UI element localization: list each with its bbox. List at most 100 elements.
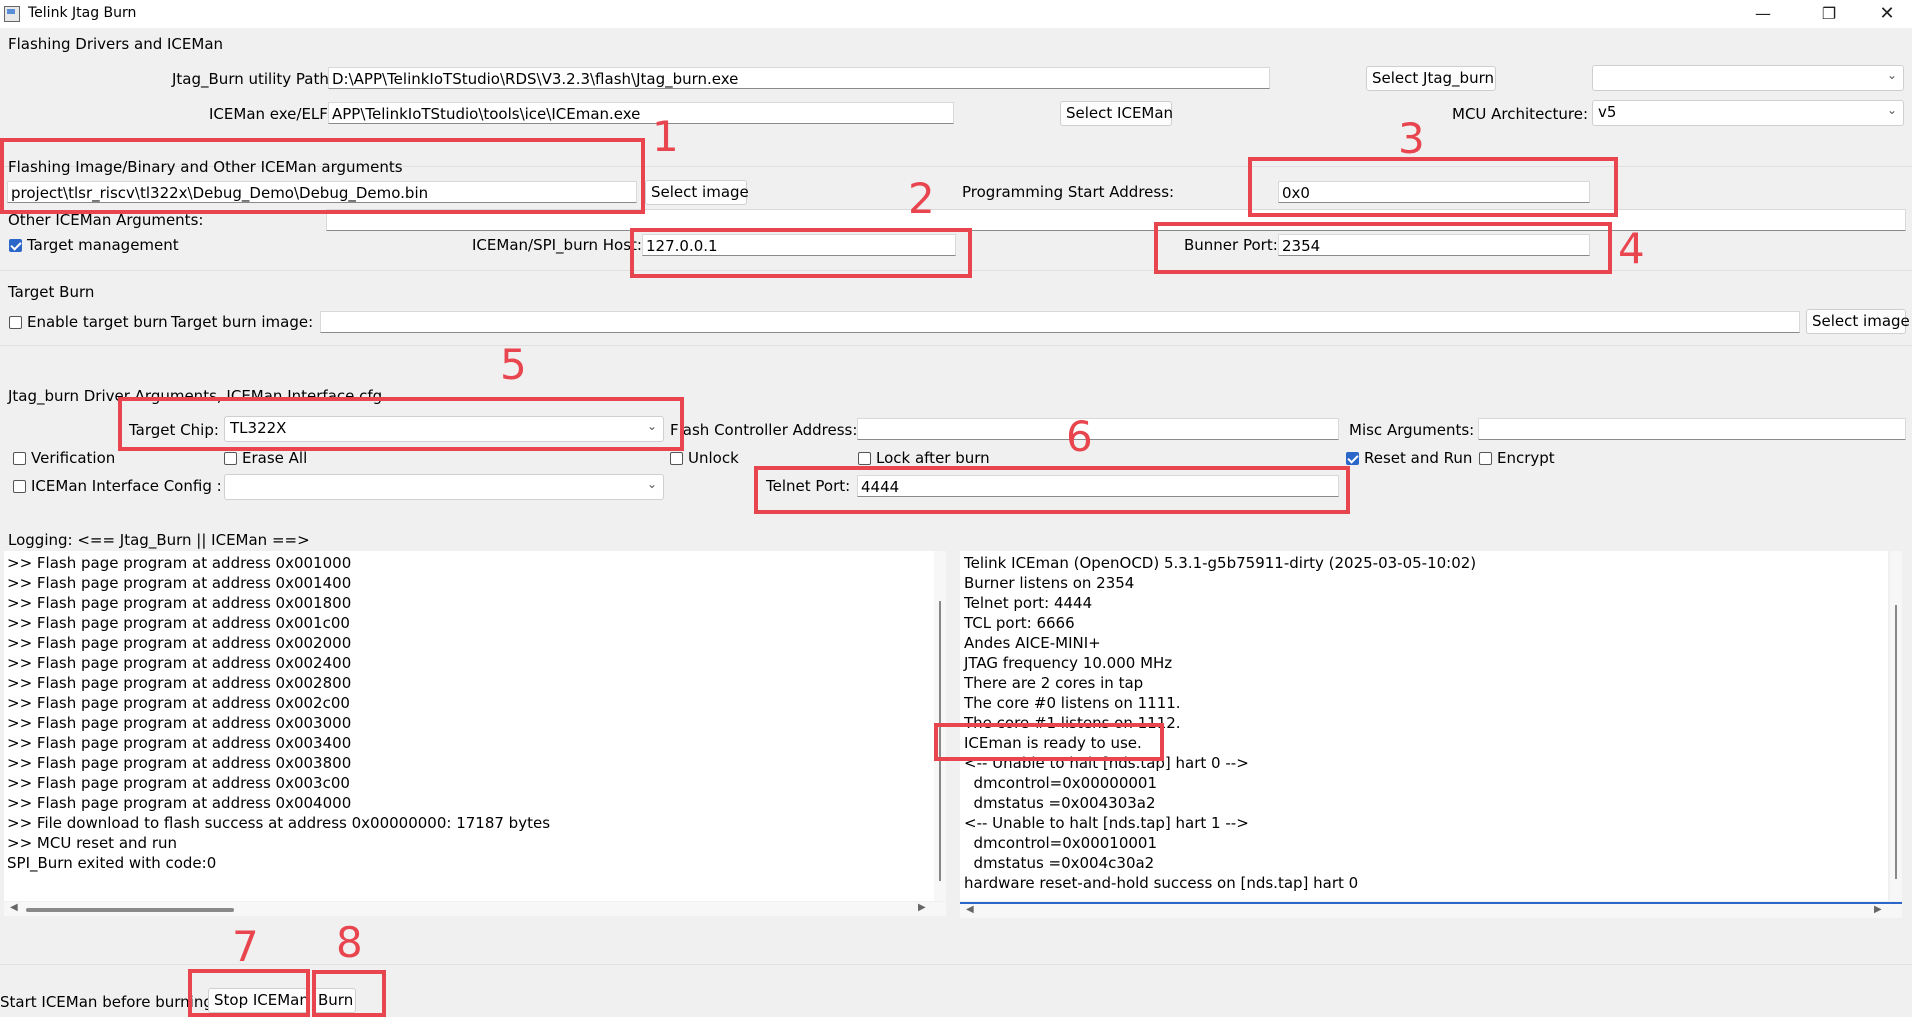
log-line: dmstatus =0x004c30a2 [964, 854, 1155, 872]
annotation-box-log [934, 723, 1164, 761]
iceman-exe-label: ICEMan exe/ELF [209, 105, 328, 123]
jtag-burn-log[interactable]: >> Flash page program at address 0x00100… [4, 551, 934, 901]
annotation-box-7 [188, 969, 310, 1017]
target-burn-section-title: Target Burn [8, 283, 95, 301]
close-icon[interactable]: ✕ [1864, 0, 1910, 28]
log-line: The core #0 listens on 1111. [964, 694, 1181, 712]
erase-all-checkbox[interactable] [224, 452, 237, 465]
log-line: Burner listens on 2354 [964, 574, 1135, 592]
scrollbar-thumb[interactable] [1895, 605, 1897, 879]
log-line: >> Flash page program at address 0x00280… [7, 674, 352, 692]
scroll-right-icon[interactable]: ▶ [1874, 904, 1882, 915]
select-iceman-button[interactable]: Select ICEMan [1060, 101, 1173, 126]
start-address-label: Programming Start Address: [962, 183, 1175, 201]
select-jtag-burn-button[interactable]: Select Jtag_burn [1366, 66, 1496, 91]
annotation-box-2 [630, 228, 972, 278]
erase-all-label: Erase All [242, 449, 308, 467]
verification-checkbox[interactable] [13, 452, 26, 465]
scroll-left-icon[interactable]: ◀ [966, 904, 974, 915]
iceman-config-combo[interactable]: ⌄ [224, 474, 664, 500]
right-log-vertical-scrollbar[interactable] [1890, 551, 1902, 901]
log-line: dmcontrol=0x00000001 [964, 774, 1158, 792]
annotation-number-2: 2 [908, 174, 935, 223]
host-label: ICEMan/SPI_burn Host: [472, 236, 642, 254]
annotation-number-4: 4 [1618, 224, 1645, 273]
unlock-checkbox[interactable] [670, 452, 683, 465]
flashing-section-title: Flashing Drivers and ICEMan [8, 35, 224, 53]
iceman-config-label: ICEMan Interface Config : [31, 477, 222, 495]
start-iceman-label: Start ICEMan before burning [0, 993, 213, 1011]
mcu-architecture-value: v5 [1598, 103, 1617, 121]
log-line: >> Flash page program at address 0x00400… [7, 794, 352, 812]
reset-and-run-checkbox[interactable] [1346, 452, 1359, 465]
lock-after-burn-checkbox[interactable] [858, 452, 871, 465]
log-line: >> Flash page program at address 0x001c0… [7, 614, 350, 632]
log-line: >> Flash page program at address 0x00340… [7, 734, 352, 752]
annotation-box-4 [1154, 222, 1612, 274]
annotation-number-6: 6 [1066, 412, 1093, 461]
log-line: TCL port: 6666 [964, 614, 1075, 632]
flash-controller-label: Flash Controller Address: [670, 421, 858, 439]
log-line: dmstatus =0x004303a2 [964, 794, 1156, 812]
select-image-button[interactable]: Select image [645, 180, 749, 205]
annotation-number-7: 7 [232, 922, 259, 971]
log-line: >> Flash page program at address 0x003c0… [7, 774, 350, 792]
encrypt-label: Encrypt [1497, 449, 1555, 467]
right-log-horizontal-scrollbar[interactable]: ◀ ▶ [960, 902, 1902, 918]
lock-after-burn-label: Lock after burn [876, 449, 990, 467]
target-select-image-button[interactable]: Select image [1806, 309, 1910, 334]
misc-arguments-label: Misc Arguments: [1349, 421, 1475, 439]
unlock-label: Unlock [688, 449, 739, 467]
log-line: >> Flash page program at address 0x002c0… [7, 694, 350, 712]
reset-and-run-label: Reset and Run [1364, 449, 1473, 467]
log-line: >> File download to flash success at add… [7, 814, 551, 832]
log-line: >> Flash page program at address 0x00180… [7, 594, 352, 612]
iceman-exe-input[interactable]: APP\TelinkIoTStudio\tools\ice\ICEman.exe [328, 102, 954, 124]
log-line: >> MCU reset and run [7, 834, 177, 852]
jtag-combo[interactable]: ⌄ [1592, 65, 1904, 91]
log-line: Andes AICE-MINI+ [964, 634, 1101, 652]
chevron-down-icon: ⌄ [1886, 68, 1897, 82]
divider [0, 345, 1912, 346]
title-bar: Telink Jtag Burn — ❐ ✕ [0, 0, 1912, 28]
scroll-right-icon[interactable]: ▶ [918, 902, 926, 913]
logging-title: Logging: <== Jtag_Burn || ICEMan ==> [8, 531, 310, 549]
log-line: >> Flash page program at address 0x00380… [7, 754, 352, 772]
encrypt-checkbox[interactable] [1479, 452, 1492, 465]
log-line: JTAG frequency 10.000 MHz [964, 654, 1173, 672]
annotation-number-1: 1 [652, 112, 679, 161]
target-burn-image-input[interactable] [320, 311, 1800, 333]
annotation-box-5 [118, 397, 684, 451]
left-log-horizontal-scrollbar[interactable]: ◀ ▶ [4, 902, 946, 916]
jtag-path-input[interactable]: D:\APP\TelinkIoTStudio\RDS\V3.2.3\flash\… [328, 67, 1270, 89]
annotation-box-3 [1248, 157, 1618, 217]
log-line: >> Flash page program at address 0x00200… [7, 634, 352, 652]
annotation-box-1 [0, 138, 645, 214]
log-line: SPI_Burn exited with code:0 [7, 854, 217, 872]
minimize-icon[interactable]: — [1740, 0, 1786, 28]
scroll-left-icon[interactable]: ◀ [10, 902, 18, 913]
mcu-architecture-combo[interactable]: v5 ⌄ [1592, 100, 1904, 126]
enable-target-burn-checkbox[interactable] [9, 316, 22, 329]
annotation-box-8 [312, 970, 386, 1017]
chevron-down-icon: ⌄ [1886, 103, 1897, 117]
window-title: Telink Jtag Burn [28, 5, 137, 21]
log-line: >> Flash page program at address 0x00240… [7, 654, 352, 672]
scrollbar-thumb[interactable] [26, 908, 234, 912]
log-line: <-- Unable to halt [nds.tap] hart 1 --> [964, 814, 1249, 832]
chevron-down-icon: ⌄ [646, 477, 657, 491]
maximize-icon[interactable]: ❐ [1806, 0, 1852, 28]
annotation-box-6 [754, 466, 1350, 514]
iceman-config-checkbox[interactable] [13, 480, 26, 493]
log-line: Telnet port: 4444 [964, 594, 1093, 612]
divider [0, 964, 1912, 965]
misc-arguments-input[interactable] [1478, 418, 1906, 440]
enable-target-burn-label: Enable target burn [27, 313, 168, 331]
flash-controller-input[interactable] [857, 418, 1339, 440]
log-line: hardware reset-and-hold success on [nds.… [964, 874, 1359, 892]
annotation-number-8: 8 [336, 918, 363, 967]
annotation-number-3: 3 [1398, 114, 1425, 163]
log-line: >> Flash page program at address 0x00100… [7, 554, 352, 572]
mcu-architecture-label: MCU Architecture: [1452, 105, 1589, 123]
target-management-checkbox[interactable] [9, 239, 22, 252]
